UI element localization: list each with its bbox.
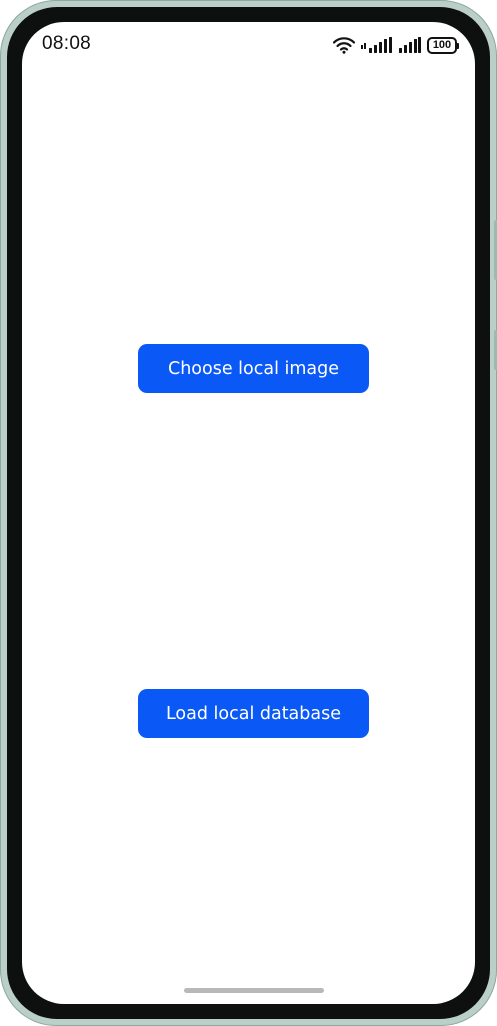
home-indicator[interactable] — [184, 988, 324, 993]
battery-level: 100 — [432, 38, 452, 51]
wifi-icon — [333, 36, 355, 54]
signal-icon — [399, 37, 421, 53]
status-time: 08:08 — [42, 33, 92, 54]
load-local-database-button[interactable]: Load local database — [138, 689, 369, 738]
battery-icon: 100 — [427, 36, 459, 54]
mobile-signal-icon — [361, 37, 393, 53]
load-local-database-label: Load local database — [165, 703, 342, 724]
choose-local-image-button[interactable]: Choose local image — [138, 344, 369, 393]
screen: 08:08 100 Choose local image Load local … — [22, 22, 475, 1004]
choose-local-image-label: Choose local image — [167, 358, 340, 379]
status-bar: 08:08 100 — [22, 22, 475, 68]
phone-frame: 08:08 100 Choose local image Load local … — [0, 0, 497, 1026]
status-icons: 100 — [333, 34, 459, 56]
phone-bezel: 08:08 100 Choose local image Load local … — [7, 7, 490, 1019]
